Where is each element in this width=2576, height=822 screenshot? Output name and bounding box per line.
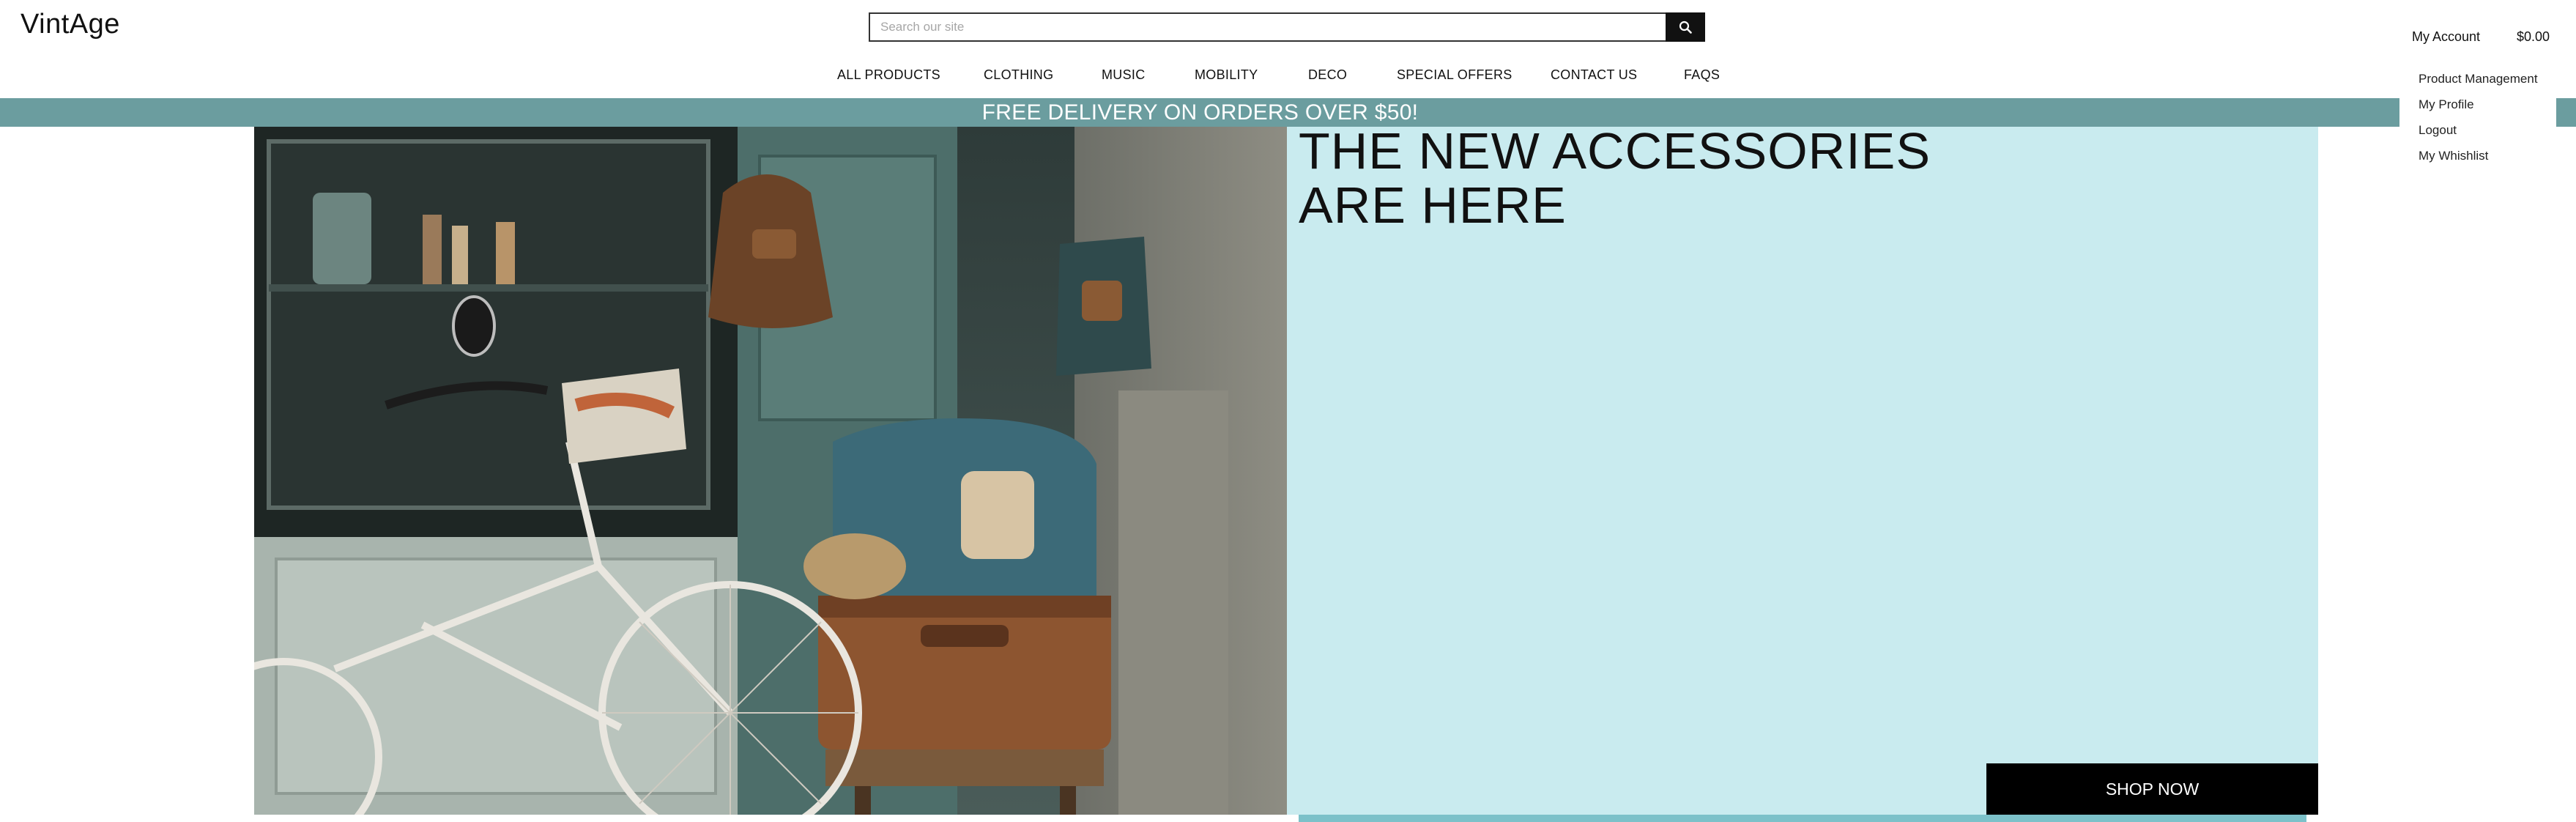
hero-title: THE NEW ACCESSORIES ARE HERE [1299, 122, 1931, 234]
shop-now-button[interactable]: SHOP NOW [1986, 763, 2318, 815]
menu-item-my-profile[interactable]: My Profile [2399, 92, 2556, 117]
main-navigation: ALL PRODUCTS CLOTHING MUSIC MOBILITY DEC… [0, 67, 2576, 85]
vintage-bicycle-suitcase-image [254, 127, 1287, 815]
my-account-link[interactable]: My Account [2412, 29, 2480, 45]
site-logo[interactable]: VintAge [21, 9, 120, 40]
nav-item-music[interactable]: MUSIC [1102, 67, 1146, 83]
hero-image [254, 127, 1287, 815]
nav-item-special-offers[interactable]: SPECIAL OFFERS [1397, 67, 1512, 83]
nav-item-deco[interactable]: DECO [1308, 67, 1347, 83]
search-input[interactable] [869, 12, 1666, 42]
menu-item-my-wishlist[interactable]: My Whishlist [2399, 143, 2556, 169]
search-bar [869, 12, 1705, 42]
menu-item-product-management[interactable]: Product Management [2399, 66, 2556, 92]
nav-item-all-products[interactable]: ALL PRODUCTS [837, 67, 940, 83]
search-icon [1679, 21, 1692, 34]
nav-item-contact-us[interactable]: CONTACT US [1551, 67, 1637, 83]
nav-item-clothing[interactable]: CLOTHING [984, 67, 1053, 83]
menu-item-logout[interactable]: Logout [2399, 117, 2556, 143]
promo-text: FREE DELIVERY ON ORDERS OVER $50! [981, 100, 1419, 125]
cart-total[interactable]: $0.00 [2517, 29, 2550, 45]
accent-strip [1299, 815, 2306, 822]
promo-banner: FREE DELIVERY ON ORDERS OVER $50! [0, 98, 2576, 127]
nav-item-faqs[interactable]: FAQS [1684, 67, 1720, 83]
search-button[interactable] [1666, 12, 1705, 42]
nav-item-mobility[interactable]: MOBILITY [1195, 67, 1258, 83]
hero-panel: THE NEW ACCESSORIES ARE HERE [1287, 122, 2318, 815]
account-dropdown-menu: Product Management My Profile Logout My … [2399, 62, 2556, 176]
